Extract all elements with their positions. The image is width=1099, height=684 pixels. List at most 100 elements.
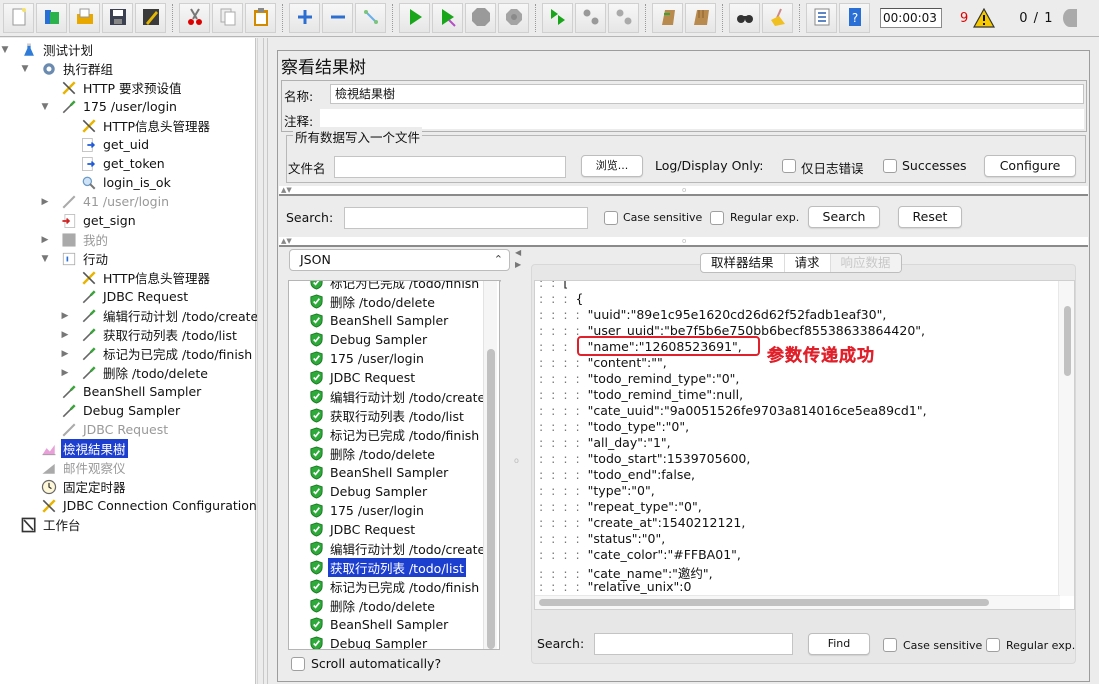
tree-node[interactable]: 固定定时器 (20, 477, 128, 496)
scroll-automatically-checkbox[interactable] (291, 657, 305, 671)
vertical-splitter[interactable] (257, 38, 271, 684)
warning-icon[interactable] (973, 7, 996, 28)
successes-checkbox[interactable] (883, 159, 897, 173)
horizontal-splitter-bottom[interactable]: ▲▼ o (279, 237, 1088, 247)
tree-node[interactable]: ▶ 标记为已完成 /todo/finish (60, 344, 254, 363)
collapsed-triangle-icon[interactable]: ▶ (60, 368, 70, 378)
result-item[interactable]: 删除 /todo/delete (309, 596, 435, 615)
response-data-view[interactable]: : : : },: : : : "relative_unix":0: : : :… (534, 280, 1075, 610)
cut-button[interactable] (179, 3, 210, 33)
reset-search-button[interactable] (762, 3, 793, 33)
open-button[interactable] (69, 3, 100, 33)
scrollbar-thumb[interactable] (487, 349, 495, 649)
result-item[interactable]: 获取行动列表 /todo/list (309, 406, 464, 425)
detail-tab[interactable]: 请求 (785, 254, 831, 272)
paste-button[interactable] (245, 3, 276, 33)
splitter-handle-icon[interactable]: o (514, 457, 519, 465)
expanded-triangle-icon[interactable]: ▼ (40, 254, 50, 264)
scrollbar-thumb[interactable] (1064, 306, 1071, 376)
result-item[interactable]: Debug Sampler (309, 634, 427, 649)
tree-node[interactable]: ▼ 执行群组 (20, 59, 115, 78)
result-item[interactable]: 标记为已完成 /todo/finish (309, 281, 479, 292)
result-item[interactable]: Debug Sampler (309, 482, 427, 501)
horizontal-splitter-top[interactable]: ▲▼ o (279, 186, 1088, 196)
result-item[interactable]: 编辑行动计划 /todo/create (309, 387, 485, 406)
configure-button[interactable]: Configure (984, 155, 1076, 177)
remote-shutdown-button[interactable] (608, 3, 639, 33)
collapse-button[interactable] (322, 3, 353, 33)
browse-button[interactable]: 浏览... (581, 155, 643, 177)
tree-node[interactable]: ▶ 41 /user/login (40, 192, 171, 211)
response-horizontal-scrollbar[interactable] (535, 595, 1060, 609)
start-no-pause-button[interactable] (432, 3, 463, 33)
result-item[interactable]: Debug Sampler (309, 330, 427, 349)
detail-tab[interactable]: 取样器结果 (701, 254, 785, 272)
search-case-sensitive-checkbox[interactable] (604, 211, 618, 225)
tree-node[interactable]: JDBC Connection Configuration (20, 496, 259, 515)
collapsed-triangle-icon[interactable]: ▶ (40, 197, 50, 207)
tree-node[interactable]: ▶ 删除 /todo/delete (60, 363, 210, 382)
result-item[interactable]: JDBC Request (309, 368, 415, 387)
find-button[interactable]: Find (808, 633, 870, 655)
tree-node[interactable]: login_is_ok (60, 173, 173, 192)
search-input[interactable] (344, 207, 588, 229)
tree-node[interactable]: 工作台 (0, 515, 83, 534)
result-item[interactable]: BeanShell Sampler (309, 615, 448, 634)
name-input[interactable]: 檢視結果樹 (330, 84, 1084, 104)
comment-input[interactable] (320, 109, 1084, 129)
tree-node[interactable]: BeanShell Sampler (40, 382, 203, 401)
search-regex-checkbox[interactable] (710, 211, 724, 225)
result-item[interactable]: BeanShell Sampler (309, 311, 448, 330)
renderer-select[interactable]: JSON ⌃⌄ (289, 249, 510, 286)
tree-node[interactable]: ▼ 行动 (40, 249, 110, 268)
collapsed-triangle-icon[interactable]: ▶ (40, 235, 50, 245)
tree-node[interactable]: get_sign (40, 211, 138, 230)
find-regex-checkbox[interactable] (986, 638, 1000, 652)
tree-node[interactable]: 檢視結果樹 (20, 439, 128, 458)
new-button[interactable] (3, 3, 34, 33)
remote-stop-button[interactable] (575, 3, 606, 33)
result-item[interactable]: 获取行动列表 /todo/list (309, 558, 466, 577)
result-item[interactable]: 删除 /todo/delete (309, 444, 435, 463)
collapsed-triangle-icon[interactable]: ▶ (60, 349, 70, 359)
collapse-left-arrow-icon[interactable]: ◀ (515, 249, 521, 257)
tree-node[interactable]: HTTP信息头管理器 (60, 268, 212, 287)
errors-only-checkbox[interactable] (782, 159, 796, 173)
save-button[interactable] (102, 3, 133, 33)
filename-input[interactable] (334, 156, 566, 178)
tree-node[interactable]: JDBC Request (60, 287, 190, 306)
tree-node[interactable]: HTTP信息头管理器 (60, 116, 212, 135)
tree-node[interactable]: Debug Sampler (40, 401, 182, 420)
tree-node[interactable]: HTTP 要求预设值 (40, 78, 183, 97)
result-item[interactable]: 标记为已完成 /todo/finish (309, 577, 479, 596)
shutdown-button[interactable] (498, 3, 529, 33)
result-item[interactable]: 标记为已完成 /todo/finish (309, 425, 479, 444)
result-item[interactable]: 编辑行动计划 /todo/create (309, 539, 485, 558)
help-button[interactable]: ? (839, 3, 870, 33)
find-input[interactable] (594, 633, 793, 655)
collapsed-triangle-icon[interactable]: ▶ (60, 330, 70, 340)
tree-node[interactable]: JDBC Request (40, 420, 170, 439)
tree-node[interactable]: ▶ 获取行动列表 /todo/list (60, 325, 239, 344)
expanded-triangle-icon[interactable]: ▼ (0, 45, 10, 55)
tree-node[interactable]: ▼ 测试计划 (0, 40, 95, 59)
result-item[interactable]: 175 /user/login (309, 349, 424, 368)
results-list-scrollbar[interactable] (483, 281, 497, 649)
tree-node[interactable]: get_uid (60, 135, 151, 154)
expand-button[interactable] (289, 3, 320, 33)
search-button[interactable]: Search (808, 206, 880, 228)
tree-node[interactable]: get_token (60, 154, 167, 173)
clear-all-button[interactable] (685, 3, 716, 33)
toggle-button[interactable] (355, 3, 386, 33)
function-helper-button[interactable] (806, 3, 837, 33)
tree-node[interactable]: 邮件观察仪 (20, 458, 128, 477)
templates-button[interactable] (36, 3, 67, 33)
clear-button[interactable] (652, 3, 683, 33)
error-count[interactable]: 9 (960, 11, 968, 26)
tree-node[interactable]: ▼ 175 /user/login (40, 97, 179, 116)
result-item[interactable]: 175 /user/login (309, 501, 424, 520)
tree-node[interactable]: ▶ 编辑行动计划 /todo/create (60, 306, 260, 325)
result-item[interactable]: BeanShell Sampler (309, 463, 448, 482)
reset-button[interactable]: Reset (898, 206, 962, 228)
collapsed-triangle-icon[interactable]: ▶ (60, 311, 70, 321)
